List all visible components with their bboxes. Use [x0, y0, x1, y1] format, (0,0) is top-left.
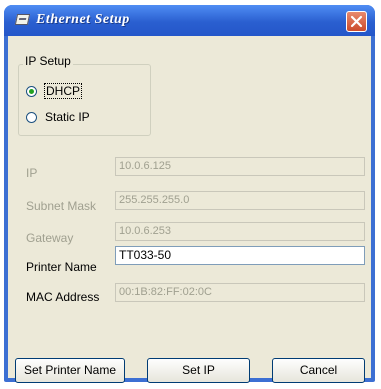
dhcp-radio-button[interactable]: [26, 85, 37, 97]
ip-field[interactable]: 10.0.6.125: [115, 157, 365, 176]
static-ip-radio[interactable]: Static IP: [26, 108, 90, 126]
cancel-button[interactable]: Cancel: [272, 358, 365, 383]
static-ip-radio-button[interactable]: [26, 111, 37, 123]
gateway-field[interactable]: 10.0.6.253: [115, 222, 365, 241]
static-ip-radio-label: Static IP: [45, 110, 90, 124]
ip-setup-group-title: IP Setup: [23, 54, 73, 68]
close-icon: [350, 15, 363, 28]
mac-address-label: MAC Address: [26, 290, 100, 304]
dhcp-radio-label: DHCP: [43, 83, 83, 99]
printer-name-field[interactable]: TT033-50: [115, 246, 365, 265]
gateway-label: Gateway: [26, 231, 74, 245]
window-title: Ethernet Setup: [36, 12, 130, 27]
close-button[interactable]: [346, 11, 367, 32]
ethernet-setup-window: Ethernet Setup IP Setup DHCP Static IP I…: [4, 5, 375, 383]
subnet-mask-label: Subnet Mask: [26, 199, 97, 213]
subnet-mask-field[interactable]: 255.255.255.0: [115, 191, 365, 210]
printer-name-label: Printer Name: [26, 260, 97, 274]
ip-label: IP: [26, 166, 38, 180]
mac-address-field[interactable]: 00:1B:82:FF:02:0C: [115, 283, 365, 302]
set-ip-button[interactable]: Set IP: [147, 358, 250, 383]
dialog-body: IP Setup DHCP Static IP IP 10.0.6.125 Su…: [8, 36, 371, 383]
set-printer-name-button[interactable]: Set Printer Name: [15, 358, 125, 383]
title-bar[interactable]: Ethernet Setup: [4, 5, 375, 36]
printer-icon: [14, 14, 31, 25]
dhcp-radio[interactable]: DHCP: [26, 82, 83, 100]
